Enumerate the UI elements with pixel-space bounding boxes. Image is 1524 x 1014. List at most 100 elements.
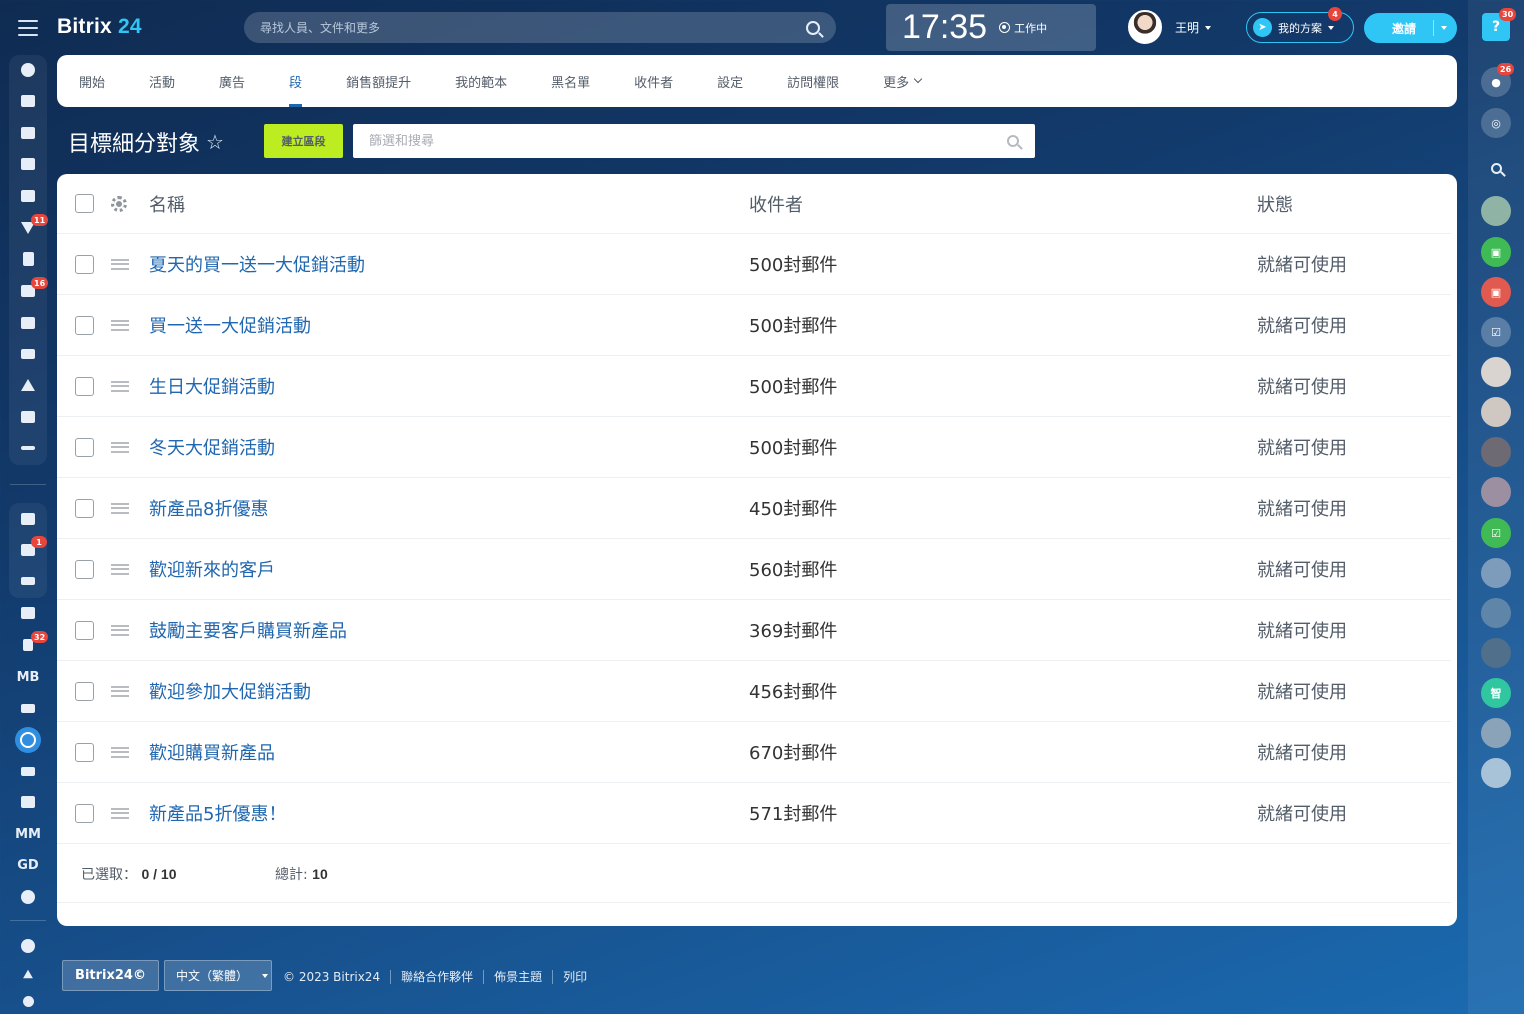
contact-partner-link[interactable]: 聯絡合作夥伴 — [401, 968, 473, 985]
sites-icon[interactable] — [0, 370, 56, 400]
global-search[interactable] — [244, 12, 836, 43]
select-all-checkbox[interactable] — [75, 194, 94, 213]
table-row[interactable]: 新產品5折優惠！ 571封郵件 就緒可使用 — [57, 783, 1451, 844]
tab-templates[interactable]: 我的範本 — [455, 55, 507, 107]
box-icon[interactable] — [0, 504, 56, 534]
segment-name-link[interactable]: 冬天大促銷活動 — [149, 434, 275, 460]
create-segment-button[interactable]: 建立區段 — [264, 124, 343, 158]
analytics-icon[interactable] — [0, 756, 56, 786]
row-checkbox[interactable] — [75, 498, 94, 518]
contact-avatar[interactable] — [1481, 718, 1511, 748]
tab-sales-boost[interactable]: 銷售額提升 — [346, 55, 411, 107]
tab-recipients[interactable]: 收件者 — [634, 55, 673, 107]
group-icon[interactable] — [0, 598, 56, 628]
row-checkbox[interactable] — [75, 559, 94, 579]
column-header-status[interactable]: 狀態 — [1257, 191, 1293, 217]
table-row[interactable]: 夏天的買一送一大促銷活動 500封郵件 就緒可使用 — [57, 234, 1451, 295]
table-row[interactable]: 鼓勵主要客戶購買新產品 369封郵件 就緒可使用 — [57, 600, 1451, 661]
drive-icon[interactable] — [0, 86, 56, 116]
drag-handle-icon[interactable] — [111, 502, 129, 514]
contact-avatar[interactable] — [1481, 758, 1511, 788]
chat-group-icon[interactable]: ▣ — [1481, 277, 1511, 307]
sidebar-item-gd[interactable]: GD — [0, 850, 56, 880]
chat-group-icon[interactable]: ▣ — [1481, 237, 1511, 267]
segment-name-link[interactable]: 歡迎購買新產品 — [149, 739, 275, 765]
tasks-icon[interactable]: 16 — [0, 276, 56, 306]
table-row[interactable]: 買一送一大促銷活動 500封郵件 就緒可使用 — [57, 295, 1451, 356]
task-chat-icon[interactable]: ☑ — [1481, 317, 1511, 347]
contact-avatar[interactable] — [1481, 558, 1511, 588]
help-icon[interactable] — [0, 931, 56, 961]
sidebar-item-mm[interactable]: MM — [0, 819, 56, 849]
segment-name-link[interactable]: 歡迎參加大促銷活動 — [149, 678, 311, 704]
menu-icon[interactable] — [18, 20, 38, 36]
column-header-recipients[interactable]: 收件者 — [749, 191, 803, 217]
drag-handle-icon[interactable] — [111, 746, 129, 758]
themes-link[interactable]: 佈景主題 — [494, 968, 542, 985]
work-clock[interactable]: 17:35 工作中 — [886, 4, 1096, 51]
table-row[interactable]: 歡迎購買新產品 670封郵件 就緒可使用 — [57, 722, 1451, 783]
star-icon[interactable]: ☆ — [206, 130, 224, 154]
table-row[interactable]: 生日大促銷活動 500封郵件 就緒可使用 — [57, 356, 1451, 417]
monitor-icon[interactable]: 32 — [0, 630, 56, 660]
tab-more[interactable]: 更多 — [883, 55, 923, 107]
row-checkbox[interactable] — [75, 437, 94, 457]
tab-access-rights[interactable]: 訪問權限 — [787, 55, 839, 107]
gear-icon[interactable] — [111, 195, 127, 212]
feed-icon[interactable] — [0, 55, 56, 85]
print-link[interactable]: 列印 — [563, 968, 587, 985]
bitrix24-brand-button[interactable]: Bitrix24© — [62, 960, 159, 991]
user-menu[interactable]: 王明 — [1175, 19, 1212, 36]
segment-name-link[interactable]: 夏天的買一送一大促銷活動 — [149, 251, 365, 277]
structure-icon[interactable] — [0, 959, 56, 989]
tab-campaigns[interactable]: 活動 — [149, 55, 175, 107]
drag-handle-icon[interactable] — [111, 624, 129, 636]
row-checkbox[interactable] — [75, 315, 94, 335]
filter-icon[interactable]: 11 — [0, 213, 56, 243]
chat-icon[interactable] — [0, 118, 56, 148]
filter-search-input[interactable] — [369, 133, 1007, 149]
contact-avatar[interactable] — [1481, 397, 1511, 427]
segment-name-link[interactable]: 新產品8折優惠 — [149, 495, 268, 521]
search-icon[interactable] — [1481, 153, 1511, 183]
user-avatar[interactable] — [1128, 10, 1162, 44]
segment-name-link[interactable]: 歡迎新來的客戶 — [149, 556, 275, 582]
invite-button[interactable]: 邀請 — [1364, 13, 1457, 43]
segment-name-link[interactable]: 鼓勵主要客戶購買新產品 — [149, 617, 347, 643]
contact-avatar[interactable] — [1481, 477, 1511, 507]
row-checkbox[interactable] — [75, 254, 94, 274]
sidebar-item-mb[interactable]: MB — [0, 662, 56, 692]
more-apps-icon[interactable] — [0, 882, 56, 912]
drag-handle-icon[interactable] — [111, 319, 129, 331]
global-search-input[interactable] — [260, 20, 806, 35]
tab-segments[interactable]: 段 — [289, 55, 303, 107]
table-row[interactable]: 歡迎新來的客戶 560封郵件 就緒可使用 — [57, 539, 1451, 600]
my-plan-button[interactable]: ➤ 我的方案 4 — [1246, 7, 1354, 43]
robot-icon[interactable] — [0, 787, 56, 817]
tab-ads[interactable]: 廣告 — [219, 55, 245, 107]
messenger-icon[interactable]: ◎ — [1481, 108, 1511, 138]
drag-handle-icon[interactable] — [111, 380, 129, 392]
help-icon[interactable]: ? 30 — [1482, 8, 1517, 41]
settings-icon[interactable] — [0, 986, 56, 1014]
column-header-name[interactable]: 名稱 — [149, 191, 185, 217]
segment-name-link[interactable]: 買一送一大促銷活動 — [149, 312, 311, 338]
drag-handle-icon[interactable] — [111, 441, 129, 453]
language-selector[interactable]: 中文（繁體） — [164, 960, 272, 991]
drag-handle-icon[interactable] — [111, 807, 129, 819]
task-chat-icon[interactable]: ☑ — [1481, 518, 1511, 548]
calendar-icon[interactable] — [0, 149, 56, 179]
segment-name-link[interactable]: 新產品5折優惠！ — [149, 800, 286, 826]
contacts-icon[interactable] — [0, 308, 56, 338]
segment-name-link[interactable]: 生日大促銷活動 — [149, 373, 275, 399]
table-row[interactable]: 歡迎參加大促銷活動 456封郵件 就緒可使用 — [57, 661, 1451, 722]
row-checkbox[interactable] — [75, 620, 94, 640]
chevron-down-icon[interactable] — [1441, 26, 1447, 30]
drag-handle-icon[interactable] — [111, 258, 129, 270]
row-checkbox[interactable] — [75, 742, 94, 762]
contact-avatar[interactable] — [1481, 357, 1511, 387]
contact-avatar[interactable] — [1481, 598, 1511, 628]
document-icon[interactable] — [0, 244, 56, 274]
filter-search[interactable] — [353, 124, 1035, 158]
mail-icon[interactable] — [0, 693, 56, 723]
